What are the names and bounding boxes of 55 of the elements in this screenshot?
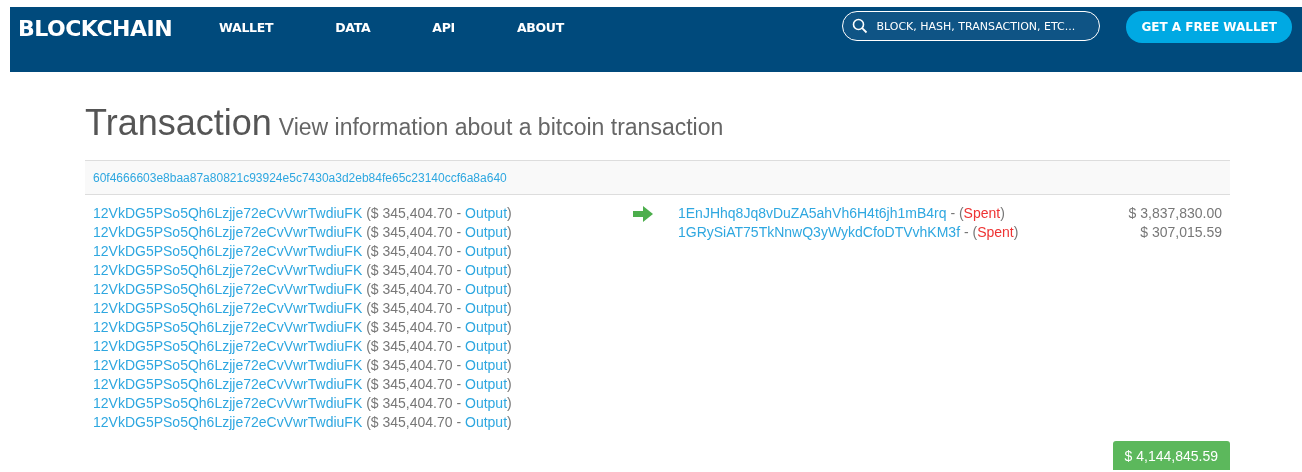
input-line: 12VkDG5PSo5Qh6Lzjje72eCvVwrTwdiuFK ($ 345,404.70 - Output) (93, 242, 513, 261)
nav-link[interactable]: DATA (335, 20, 371, 35)
output-link[interactable]: Output (465, 395, 508, 411)
input-line: 12VkDG5PSo5Qh6Lzjje72eCvVwrTwdiuFK ($ 345,404.70 - Output) (93, 299, 513, 318)
total-amount: $ 4,144,845.59 (1112, 441, 1230, 470)
nav-link[interactable]: ABOUT (516, 20, 564, 35)
nav-link[interactable]: API (432, 20, 455, 35)
output-link[interactable]: Output (465, 262, 508, 278)
output-line: 1GRySiAT75TkNnwQ3yWykdCfoDTVvhKM3f - (Spent) (678, 223, 1019, 242)
input-line: 12VkDG5PSo5Qh6Lzjje72eCvVwrTwdiuFK ($ 345,404.70 - Output) (93, 394, 513, 413)
address-link[interactable]: 12VkDG5PSo5Qh6Lzjje72eCvVwrTwdiuFK (93, 281, 363, 297)
search-icon (852, 18, 869, 34)
output-link[interactable]: Output (465, 281, 508, 297)
output-link[interactable]: Output (465, 338, 508, 354)
output-link[interactable]: Output (465, 357, 508, 373)
output-link[interactable]: Output (465, 376, 508, 392)
page-subtitle: View information about a bitcoin transaction (278, 114, 724, 141)
input-line: 12VkDG5PSo5Qh6Lzjje72eCvVwrTwdiuFK ($ 345,404.70 - Output) (93, 413, 513, 432)
search-field[interactable]: BLOCK, HASH, TRANSACTION, ETC... (842, 11, 1101, 41)
get-wallet-button[interactable]: GET A FREE WALLET (1126, 11, 1292, 43)
output-link[interactable]: Output (465, 319, 508, 335)
output-link[interactable]: Output (465, 243, 508, 259)
address-link[interactable]: 12VkDG5PSo5Qh6Lzjje72eCvVwrTwdiuFK (93, 224, 363, 240)
address-link[interactable]: 12VkDG5PSo5Qh6Lzjje72eCvVwrTwdiuFK (93, 300, 363, 316)
output-link[interactable]: Output (465, 414, 508, 430)
address-link[interactable]: 1EnJHhq8Jq8vDuZA5ahVh6H4t6jh1mB4rq (678, 205, 947, 221)
address-link[interactable]: 12VkDG5PSo5Qh6Lzjje72eCvVwrTwdiuFK (93, 319, 363, 335)
transaction-hash-link[interactable]: 60f4666603e8baa87a80821c93924e5c7430a3d2eb84fe65c23140ccf6a8a640 (93, 170, 507, 185)
address-link[interactable]: 12VkDG5PSo5Qh6Lzjje72eCvVwrTwdiuFK (93, 414, 363, 430)
input-line: 12VkDG5PSo5Qh6Lzjje72eCvVwrTwdiuFK ($ 345,404.70 - Output) (93, 204, 513, 223)
output-link[interactable]: Output (465, 224, 508, 240)
input-line: 12VkDG5PSo5Qh6Lzjje72eCvVwrTwdiuFK ($ 345,404.70 - Output) (93, 318, 513, 337)
address-link[interactable]: 12VkDG5PSo5Qh6Lzjje72eCvVwrTwdiuFK (93, 376, 363, 392)
right-arrow-icon (633, 206, 653, 222)
input-line: 12VkDG5PSo5Qh6Lzjje72eCvVwrTwdiuFK ($ 345,404.70 - Output) (93, 337, 513, 356)
address-link[interactable]: 1GRySiAT75TkNnwQ3yWykdCfoDTVvhKM3f (678, 224, 961, 240)
output-amount: $ 3,837,830.00 (1128, 204, 1222, 223)
address-link[interactable]: 12VkDG5PSo5Qh6Lzjje72eCvVwrTwdiuFK (93, 243, 363, 259)
output-link[interactable]: Output (465, 300, 508, 316)
address-link[interactable]: 12VkDG5PSo5Qh6Lzjje72eCvVwrTwdiuFK (93, 395, 363, 411)
output-amount: $ 307,015.59 (1140, 223, 1222, 242)
output-line: 1EnJHhq8Jq8vDuZA5ahVh6H4t6jh1mB4rq - (Spent) (678, 204, 1005, 223)
input-line: 12VkDG5PSo5Qh6Lzjje72eCvVwrTwdiuFK ($ 345,404.70 - Output) (93, 280, 513, 299)
input-line: 12VkDG5PSo5Qh6Lzjje72eCvVwrTwdiuFK ($ 345,404.70 - Output) (93, 375, 513, 394)
address-link[interactable]: 12VkDG5PSo5Qh6Lzjje72eCvVwrTwdiuFK (93, 357, 363, 373)
address-link[interactable]: 12VkDG5PSo5Qh6Lzjje72eCvVwrTwdiuFK (93, 262, 363, 278)
input-line: 12VkDG5PSo5Qh6Lzjje72eCvVwrTwdiuFK ($ 345,404.70 - Output) (93, 261, 513, 280)
output-link[interactable]: Output (465, 205, 508, 221)
input-line: 12VkDG5PSo5Qh6Lzjje72eCvVwrTwdiuFK ($ 345,404.70 - Output) (93, 356, 513, 375)
page-title: Transaction (85, 102, 272, 144)
input-line: 12VkDG5PSo5Qh6Lzjje72eCvVwrTwdiuFK ($ 345,404.70 - Output) (93, 223, 513, 242)
logo[interactable]: BLOCKCHAIN (18, 16, 173, 41)
address-link[interactable]: 12VkDG5PSo5Qh6Lzjje72eCvVwrTwdiuFK (93, 205, 363, 221)
address-link[interactable]: 12VkDG5PSo5Qh6Lzjje72eCvVwrTwdiuFK (93, 338, 363, 354)
nav-link[interactable]: WALLET (219, 20, 274, 35)
